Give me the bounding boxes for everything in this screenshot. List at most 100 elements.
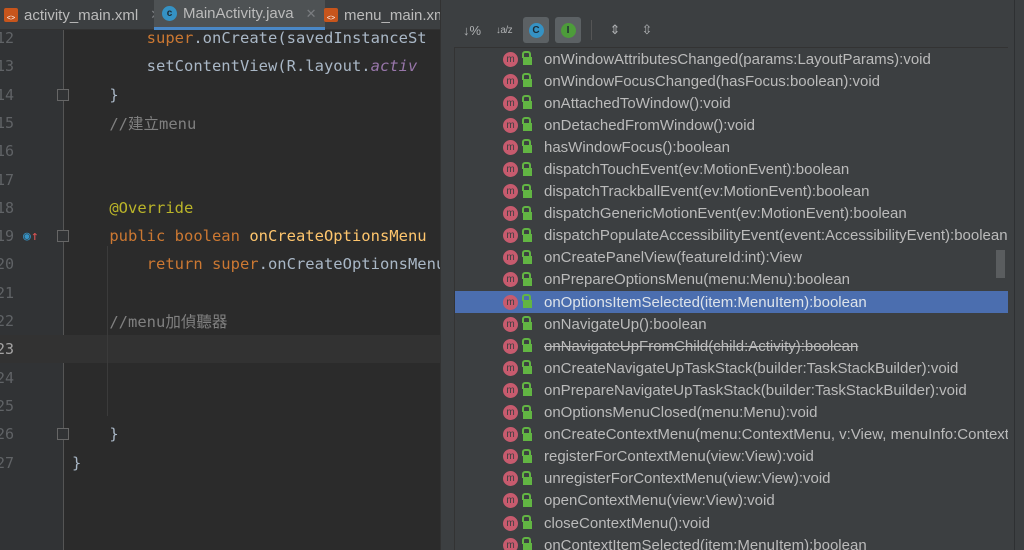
close-icon[interactable]: ✕ (306, 6, 317, 22)
sort-by-visibility-button[interactable]: ↓% (459, 17, 485, 43)
code-token: super (72, 29, 194, 47)
code-line[interactable]: 24 (0, 364, 440, 392)
code-editor[interactable]: 12 super.onCreate(savedInstanceSt 13 setC… (0, 29, 445, 550)
code-line[interactable]: 17 (0, 166, 440, 194)
method-icon: m (503, 449, 518, 465)
scrollbar[interactable] (996, 250, 1005, 278)
method-list-item[interactable]: m dispatchGenericMotionEvent(ev:MotionEve… (455, 203, 1008, 225)
code-token: //建立menu (72, 114, 197, 133)
method-list-item[interactable]: m closeContextMenu():void (455, 512, 1008, 534)
line-number: 19 (0, 227, 15, 246)
method-list-item[interactable]: m registerForContextMenu(view:View):void (455, 446, 1008, 468)
method-signature: registerForContextMenu(view:View):void (544, 448, 814, 466)
code-token: } (72, 85, 119, 104)
line-number: 13 (0, 57, 15, 76)
method-signature: dispatchTrackballEvent(ev:MotionEvent):b… (544, 183, 870, 201)
method-signature: onCreateContextMenu(menu:ContextMenu, v:… (544, 426, 1008, 444)
method-icon: m (503, 73, 518, 89)
fold-end-icon[interactable] (57, 88, 69, 101)
collapse-all-icon[interactable]: ⇳ (634, 17, 660, 43)
public-lock-icon (522, 227, 532, 242)
method-list-item[interactable]: m dispatchTrackballEvent(ev:MotionEvent):… (455, 181, 1008, 203)
line-number: 15 (0, 113, 15, 132)
code-line[interactable]: 16 (0, 137, 440, 165)
code-line[interactable]: 22 //menu加偵聽器 (0, 307, 440, 335)
method-signature: onNavigateUpFromChild(child:Activity):bo… (544, 337, 859, 355)
method-list-item[interactable]: m onNavigateUpFromChild(child:Activity):b… (455, 335, 1008, 357)
code-token: setContentView(R.layout. (72, 57, 371, 76)
code-line[interactable]: 20 return super.onCreateOptionsMenu (0, 250, 445, 278)
method-icon: m (503, 427, 518, 443)
method-list-item[interactable]: m onContextItemSelected(item:MenuItem):bo… (455, 534, 1008, 550)
method-list-item[interactable]: m onCreatePanelView(featureId:int):View (455, 247, 1008, 269)
method-icon: m (503, 250, 518, 266)
code-token: public boolean (72, 227, 250, 246)
code-token: @Override (72, 198, 194, 217)
method-list-item[interactable]: m onDetachedFromWindow():void (455, 114, 1008, 136)
code-text: super.onCreate(savedInstanceSt (72, 29, 427, 47)
sort-alphabetically-button[interactable]: ↓a/z (491, 17, 517, 43)
method-signature: hasWindowFocus():boolean (544, 138, 730, 156)
code-line[interactable]: 27} (0, 449, 440, 477)
code-line[interactable]: 15 //建立menu (0, 109, 440, 137)
method-list-item[interactable]: m onCreateNavigateUpTaskStack(builder:Tas… (455, 357, 1008, 379)
method-list-item[interactable]: m hasWindowFocus():boolean (455, 136, 1008, 158)
public-lock-icon (522, 73, 532, 88)
override-methods-popup: ↓% ↓a/z C I ⇕ ⇳ m onWindowAttributesChang… (440, 0, 1024, 550)
public-lock-icon (522, 205, 532, 220)
method-list-item[interactable]: m onWindowAttributesChanged(params:Layout… (455, 48, 1008, 70)
method-list-item[interactable]: m unregisterForContextMenu(view:View):voi… (455, 468, 1008, 490)
code-token: } (72, 425, 119, 444)
code-token: . (193, 29, 203, 47)
public-lock-icon (522, 117, 532, 132)
public-lock-icon (522, 492, 532, 507)
show-classes-button[interactable]: C (523, 17, 549, 43)
overrides-method-icon[interactable]: ◉↑ (23, 229, 39, 244)
method-icon: m (503, 405, 518, 421)
code-line[interactable]: 21 (0, 279, 440, 307)
public-lock-icon (522, 316, 532, 331)
method-list-item[interactable]: m onWindowFocusChanged(hasFocus:boolean):… (455, 70, 1008, 92)
method-list-item[interactable]: m openContextMenu(view:View):void (455, 490, 1008, 512)
tab-label: activity_main.xml (24, 6, 139, 24)
method-signature: dispatchPopulateAccessibilityEvent(event… (544, 227, 1008, 245)
method-list-item[interactable]: m dispatchTouchEvent(ev:MotionEvent):bool… (455, 158, 1008, 180)
public-lock-icon (522, 161, 532, 176)
code-text: setContentView(R.layout.activ (72, 57, 418, 76)
line-number: 20 (0, 255, 15, 274)
method-list-item[interactable]: m onOptionsItemSelected(item:MenuItem):bo… (455, 291, 1008, 314)
tab-label: MainActivity.java (183, 5, 294, 22)
public-lock-icon (522, 271, 532, 286)
method-icon: m (503, 206, 518, 222)
method-list-item[interactable]: m onCreateContextMenu(menu:ContextMenu, v… (455, 424, 1008, 446)
method-icon: m (503, 162, 518, 178)
public-lock-icon (522, 294, 532, 309)
fold-end-icon[interactable] (57, 428, 69, 441)
public-lock-icon (522, 249, 532, 264)
class-icon: c (162, 6, 177, 21)
show-inherited-button[interactable]: I (555, 17, 581, 43)
code-text: //menu加偵聽器 (72, 310, 227, 332)
code-line[interactable]: 12 super.onCreate(savedInstanceSt (0, 24, 440, 52)
line-number: 21 (0, 283, 15, 302)
public-lock-icon (522, 404, 532, 419)
method-list-item[interactable]: m onNavigateUp():boolean (455, 313, 1008, 335)
method-list-item[interactable]: m onPrepareNavigateUpTaskStack(builder:Ta… (455, 379, 1008, 401)
public-lock-icon (522, 537, 532, 550)
method-list-item[interactable]: m dispatchPopulateAccessibilityEvent(even… (455, 225, 1008, 247)
method-icon: m (503, 139, 518, 155)
method-icon: m (503, 338, 518, 354)
fold-start-icon[interactable] (57, 230, 69, 243)
code-line[interactable]: 18 @Override (0, 194, 440, 222)
code-line[interactable]: 25 (0, 392, 440, 420)
code-token: activ (370, 57, 418, 76)
code-line[interactable]: 13 setContentView(R.layout.activ (0, 52, 440, 80)
expand-all-icon[interactable]: ⇕ (602, 17, 628, 43)
method-list-item[interactable]: m onPrepareOptionsMenu(menu:Menu):boolean (455, 269, 1008, 291)
public-lock-icon (522, 470, 532, 485)
code-line[interactable]: 23 (0, 335, 440, 364)
code-token: } (72, 453, 82, 472)
public-lock-icon (522, 95, 532, 110)
method-list-item[interactable]: m onOptionsMenuClosed(menu:Menu):void (455, 402, 1008, 424)
method-list-item[interactable]: m onAttachedToWindow():void (455, 92, 1008, 114)
